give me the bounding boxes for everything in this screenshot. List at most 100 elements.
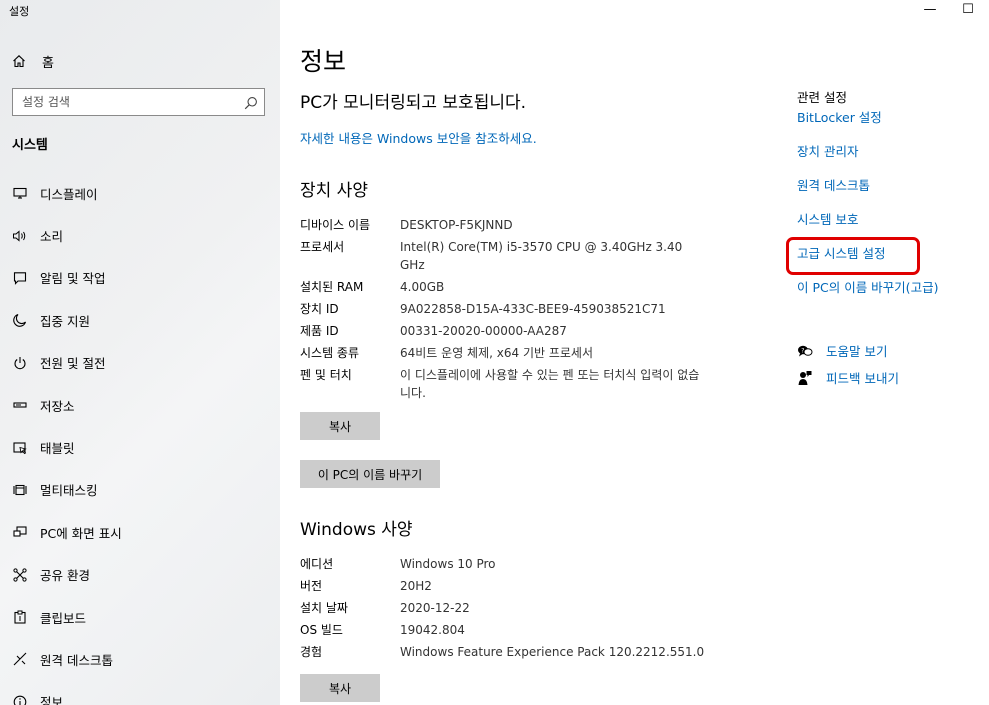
spec-key: 버전 — [300, 579, 323, 593]
windows-specs-table: 에디션 Windows 10 Pro 버전 20H2 설치 날짜 2020-12… — [300, 555, 720, 661]
spec-value: 4.00GB — [400, 280, 445, 294]
windows-specs-heading: Windows 사양 — [300, 520, 413, 540]
windows-security-link[interactable]: 자세한 내용은 Windows 보안을 참조하세요. — [300, 128, 537, 147]
spec-key: 장치 ID — [300, 302, 339, 316]
spec-value: 2020-12-22 — [400, 601, 470, 615]
clipboard-icon — [12, 609, 28, 625]
bitlocker-settings-link[interactable]: BitLocker 설정 — [797, 110, 938, 144]
sidebar-item-label: 클립보드 — [40, 610, 87, 626]
sidebar-item-multitasking[interactable]: 멀티태스킹 — [0, 469, 280, 511]
device-manager-link[interactable]: 장치 관리자 — [797, 144, 938, 178]
search-box — [12, 88, 265, 116]
sidebar-item-display[interactable]: 디스플레이 — [0, 172, 280, 214]
sidebar-item-clipboard[interactable]: 클립보드 — [0, 596, 280, 638]
spec-row: 펜 및 터치 이 디스플레이에 사용할 수 있는 펜 또는 터치식 입력이 없습… — [300, 366, 720, 402]
sidebar-item-label: 디스플레이 — [40, 186, 98, 202]
give-feedback-row[interactable]: 피드백 보내기 — [797, 368, 899, 387]
sidebar-item-storage[interactable]: 저장소 — [0, 384, 280, 426]
spec-row: 시스템 종류 64비트 운영 체제, x64 기반 프로세서 — [300, 344, 720, 362]
spec-value: 이 디스플레이에 사용할 수 있는 펜 또는 터치식 입력이 없습니다. — [400, 368, 700, 400]
sidebar-item-tablet[interactable]: 태블릿 — [0, 426, 280, 468]
speaker-icon — [12, 228, 28, 244]
sidebar-item-label: 홈 — [42, 55, 54, 71]
page-title: 정보 — [300, 47, 347, 76]
help-icon: ? — [797, 343, 813, 359]
sidebar-nav: 디스플레이 소리 알림 및 작업 집중 지원 전원 및 절전 저장소 태블릿 멀… — [0, 172, 280, 705]
spec-row: 버전 20H2 — [300, 577, 720, 595]
rename-pc-advanced-link[interactable]: 이 PC의 이름 바꾸기(고급) — [797, 280, 938, 314]
spec-row: 장치 ID 9A022858-D15A-433C-BEE9-459038521C… — [300, 300, 720, 318]
spec-row: OS 빌드 19042.804 — [300, 621, 720, 639]
sidebar-item-power[interactable]: 전원 및 절전 — [0, 342, 280, 384]
power-icon — [12, 355, 28, 371]
spec-row: 제품 ID 00331-20020-00000-AA287 — [300, 322, 720, 340]
sidebar-item-label: 멀티태스킹 — [40, 483, 98, 499]
drive-icon — [12, 397, 28, 413]
svg-text:?: ? — [801, 347, 804, 354]
spec-row: 설치된 RAM 4.00GB — [300, 278, 720, 296]
spec-value: 00331-20020-00000-AA287 — [400, 324, 567, 338]
copy-windows-specs-button[interactable]: 복사 — [300, 674, 380, 702]
spec-value: DESKTOP-F5KJNND — [400, 218, 513, 232]
sidebar-item-remote-desktop[interactable]: 원격 데스크톱 — [0, 638, 280, 680]
get-help-link[interactable]: 도움말 보기 — [826, 341, 887, 360]
spec-key: 경험 — [300, 645, 323, 659]
copy-device-specs-button[interactable]: 복사 — [300, 412, 380, 440]
spec-key: 에디션 — [300, 557, 334, 571]
share-icon — [12, 567, 28, 583]
sidebar-item-label: 집중 지원 — [40, 313, 90, 329]
device-specs-table: 디바이스 이름 DESKTOP-F5KJNND 프로세서 Intel(R) Co… — [300, 216, 720, 402]
give-feedback-link[interactable]: 피드백 보내기 — [826, 368, 899, 387]
sidebar-item-label: 알림 및 작업 — [40, 271, 106, 287]
sidebar-item-label: PC에 화면 표시 — [40, 525, 122, 541]
sidebar-item-label: 공유 환경 — [40, 568, 90, 584]
related-settings-title: 관련 설정 — [797, 90, 847, 105]
sidebar-item-focus-assist[interactable]: 집중 지원 — [0, 299, 280, 341]
sidebar-item-label: 태블릿 — [40, 441, 75, 457]
spec-row: 에디션 Windows 10 Pro — [300, 555, 720, 573]
spec-value: 20H2 — [400, 579, 432, 593]
spec-value: Windows 10 Pro — [400, 557, 496, 571]
message-icon — [12, 270, 28, 286]
sidebar-item-project[interactable]: PC에 화면 표시 — [0, 511, 280, 553]
main-content: 정보 PC가 모니터링되고 보호됩니다. 자세한 내용은 Windows 보안을… — [280, 0, 989, 705]
home-icon — [12, 54, 30, 68]
spec-row: 경험 Windows Feature Experience Pack 120.2… — [300, 643, 720, 661]
search-input[interactable] — [13, 89, 232, 115]
get-help-row[interactable]: ? 도움말 보기 — [797, 341, 887, 360]
device-specs-heading: 장치 사양 — [300, 181, 368, 201]
spec-row: 프로세서 Intel(R) Core(TM) i5-3570 CPU @ 3.4… — [300, 238, 720, 274]
spec-row: 디바이스 이름 DESKTOP-F5KJNND — [300, 216, 720, 234]
sidebar-item-label: 소리 — [40, 229, 64, 245]
feedback-icon — [797, 370, 813, 386]
sidebar-item-sound[interactable]: 소리 — [0, 214, 280, 256]
sidebar-item-notifications[interactable]: 알림 및 작업 — [0, 257, 280, 299]
window-title: 설정 — [9, 5, 30, 18]
project-icon — [12, 524, 28, 540]
moon-icon — [12, 312, 28, 328]
spec-value: Intel(R) Core(TM) i5-3570 CPU @ 3.40GHz … — [400, 240, 683, 272]
sidebar-item-label: 저장소 — [40, 398, 75, 414]
info-icon — [12, 694, 28, 705]
related-settings-links: BitLocker 설정 장치 관리자 원격 데스크톱 시스템 보호 고급 시스… — [797, 110, 938, 314]
remote-desktop-link[interactable]: 원격 데스크톱 — [797, 178, 938, 212]
spec-key: 디바이스 이름 — [300, 218, 371, 232]
sidebar-item-about[interactable]: 정보 — [0, 681, 280, 705]
spec-row: 설치 날짜 2020-12-22 — [300, 599, 720, 617]
spec-key: 제품 ID — [300, 324, 339, 338]
sidebar-item-shared-experiences[interactable]: 공유 환경 — [0, 554, 280, 596]
spec-key: 설치된 RAM — [300, 280, 364, 294]
sidebar-item-label: 전원 및 절전 — [40, 356, 106, 372]
sidebar-item-home[interactable]: 홈 — [12, 51, 54, 71]
sidebar-section-title: 시스템 — [12, 138, 48, 153]
protection-status: PC가 모니터링되고 보호됩니다. — [300, 93, 527, 113]
search-icon[interactable] — [244, 95, 258, 114]
spec-value: 64비트 운영 체제, x64 기반 프로세서 — [400, 346, 594, 360]
monitor-icon — [12, 185, 28, 201]
spec-key: OS 빌드 — [300, 623, 343, 637]
spec-key: 설치 날짜 — [300, 601, 348, 615]
spec-key: 시스템 종류 — [300, 346, 360, 360]
tablet-icon — [12, 440, 28, 456]
rename-pc-button[interactable]: 이 PC의 이름 바꾸기 — [300, 460, 440, 488]
sidebar-item-label: 원격 데스크톱 — [40, 652, 113, 668]
